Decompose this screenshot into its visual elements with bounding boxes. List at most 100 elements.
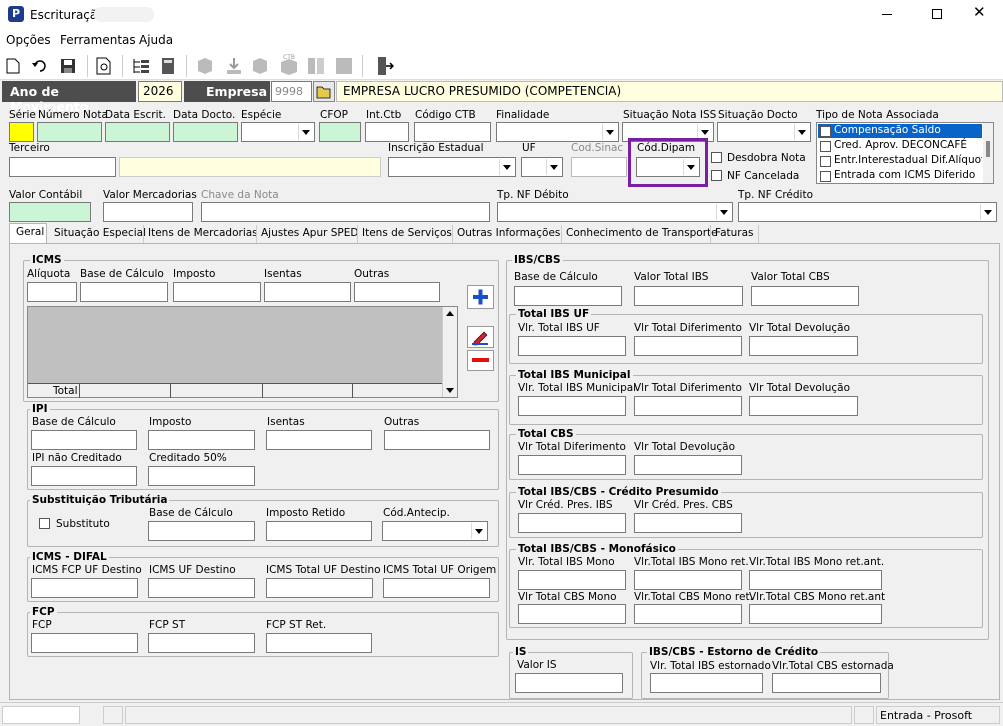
mono-e-input[interactable] — [634, 604, 742, 624]
calculator-icon[interactable] — [160, 57, 178, 75]
mono-b-input[interactable] — [634, 570, 742, 590]
empresa-code-input[interactable]: 9998 — [271, 81, 312, 102]
icms-aliquota-input[interactable] — [27, 282, 77, 302]
icms-imposto-input[interactable] — [173, 282, 261, 302]
preview-icon[interactable] — [96, 57, 112, 75]
substituto-checkbox[interactable] — [39, 518, 50, 529]
save-icon[interactable] — [60, 58, 76, 74]
tp-nf-credito-select[interactable] — [738, 202, 997, 222]
numero-nota-input[interactable] — [37, 122, 102, 142]
close-button[interactable]: ✕ — [973, 3, 986, 21]
list-item[interactable]: Cred. Aprov. DECONCAFÉ — [834, 139, 967, 151]
serie-input[interactable] — [9, 122, 34, 142]
st-base-input[interactable] — [148, 521, 255, 541]
fcp-input[interactable] — [31, 633, 138, 653]
tp-nf-debito-select[interactable] — [497, 202, 733, 222]
codigo-ctb-input[interactable] — [414, 122, 491, 142]
list-item[interactable]: Entrada com ICMS Diferido — [834, 169, 975, 181]
ibs-uf-b-input[interactable] — [634, 336, 742, 356]
st-retido-input[interactable] — [266, 521, 372, 541]
uf-select[interactable] — [521, 157, 563, 177]
empresa-search-button[interactable] — [313, 81, 335, 102]
menu-opcoes[interactable]: Opções — [6, 33, 51, 47]
terceiro-code-input[interactable] — [9, 157, 116, 177]
tree-list-icon[interactable] — [132, 57, 150, 75]
menu-ajuda[interactable]: Ajuda — [139, 33, 173, 47]
list-checkbox[interactable] — [820, 126, 831, 137]
list-checkbox[interactable] — [820, 141, 831, 152]
valor-mercadorias-input[interactable] — [103, 202, 193, 222]
tab-conhecimento-transporte[interactable]: Conhecimento de Transporte — [561, 225, 722, 244]
ipi-outras-input[interactable] — [384, 430, 490, 450]
difal-total-uf-input[interactable] — [266, 578, 373, 598]
desdobra-nota-checkbox[interactable] — [711, 152, 722, 163]
difal-uf-orig-input[interactable] — [383, 578, 490, 598]
remove-button[interactable] — [467, 350, 494, 371]
edit-button[interactable] — [467, 326, 494, 348]
cbs-valor-input[interactable] — [751, 286, 859, 306]
difal-fcp-uf-input[interactable] — [31, 578, 138, 598]
chave-nota-input[interactable] — [201, 202, 490, 222]
valor-contabil-input[interactable] — [9, 202, 91, 222]
cfop-input[interactable] — [319, 122, 361, 142]
data-docto-input[interactable] — [173, 122, 238, 142]
cp-a-input[interactable] — [518, 513, 626, 533]
maximize-button[interactable] — [932, 9, 942, 19]
tab-outras-informacoes[interactable]: Outras Informações — [452, 225, 564, 244]
situacao-docto-select[interactable] — [717, 122, 811, 142]
menu-ferramentas[interactable]: Ferramentas — [60, 33, 136, 47]
st-antecip-select[interactable] — [382, 521, 488, 541]
cp-b-input[interactable] — [634, 513, 742, 533]
ibs-base-input[interactable] — [514, 286, 622, 306]
ipi-isentas-input[interactable] — [266, 430, 372, 450]
finalidade-select[interactable] — [496, 122, 619, 142]
list-checkbox[interactable] — [820, 156, 831, 167]
ipi-nao-creditado-input[interactable] — [31, 466, 137, 486]
mono-d-input[interactable] — [518, 604, 626, 624]
fcp-st-input[interactable] — [148, 633, 255, 653]
data-escrit-input[interactable] — [105, 122, 170, 142]
estorno-ibs-input[interactable] — [650, 673, 763, 693]
undo-icon[interactable] — [32, 60, 48, 72]
ibs-mun-b-input[interactable] — [634, 396, 742, 416]
tab-itens-mercadorias[interactable]: Itens de Mercadorias — [143, 225, 262, 244]
icms-grid-scrollbar[interactable] — [442, 307, 457, 397]
tab-situacao-especial[interactable]: Situação Especial — [50, 225, 150, 244]
int-ctb-input[interactable] — [365, 122, 409, 142]
is-valor-input[interactable] — [515, 673, 623, 693]
list-scrollbar[interactable] — [983, 123, 993, 183]
icms-outras-input[interactable] — [354, 282, 440, 302]
tipo-nota-list[interactable]: Compensação Saldo Cred. Aprov. DECONCAFÉ… — [816, 122, 994, 184]
icms-isentas-input[interactable] — [264, 282, 351, 302]
tab-itens-servicos[interactable]: Itens de Serviços — [357, 225, 456, 244]
ano-input[interactable]: 2026 — [138, 81, 182, 102]
new-document-icon[interactable] — [6, 58, 20, 74]
tab-ajustes-apur-sped[interactable]: Ajustes Apur SPED — [256, 225, 362, 244]
ibs-uf-c-input[interactable] — [749, 336, 858, 356]
nf-cancelada-checkbox[interactable] — [711, 170, 722, 181]
list-item[interactable]: Entr.Interestadual Dif.Alíquota — [834, 154, 982, 166]
mono-c-input[interactable] — [749, 570, 882, 590]
cbs-b-input[interactable] — [634, 455, 742, 475]
tab-geral[interactable]: Geral — [9, 223, 47, 244]
ipi-creditado50-input[interactable] — [148, 466, 255, 486]
list-checkbox[interactable] — [820, 171, 831, 182]
ibs-mun-a-input[interactable] — [518, 396, 626, 416]
icms-base-input[interactable] — [80, 282, 168, 302]
cbs-a-input[interactable] — [518, 455, 626, 475]
ipi-imposto-input[interactable] — [148, 430, 255, 450]
estorno-cbs-input[interactable] — [772, 673, 881, 693]
ibs-valor-input[interactable] — [634, 286, 743, 306]
mono-a-input[interactable] — [518, 570, 626, 590]
tab-faturas[interactable]: Faturas — [710, 225, 759, 244]
fcp-st-ret-input[interactable] — [266, 633, 372, 653]
ipi-base-input[interactable] — [31, 430, 137, 450]
ibs-mun-c-input[interactable] — [749, 396, 858, 416]
list-item[interactable]: Compensação Saldo — [818, 124, 982, 138]
add-button[interactable] — [467, 285, 494, 309]
especie-select[interactable] — [241, 122, 315, 142]
icms-grid[interactable]: Total — [27, 306, 458, 398]
cod-sinac-input[interactable] — [571, 157, 627, 177]
difal-uf-dest-input[interactable] — [148, 578, 255, 598]
minimize-button[interactable] — [882, 14, 892, 15]
